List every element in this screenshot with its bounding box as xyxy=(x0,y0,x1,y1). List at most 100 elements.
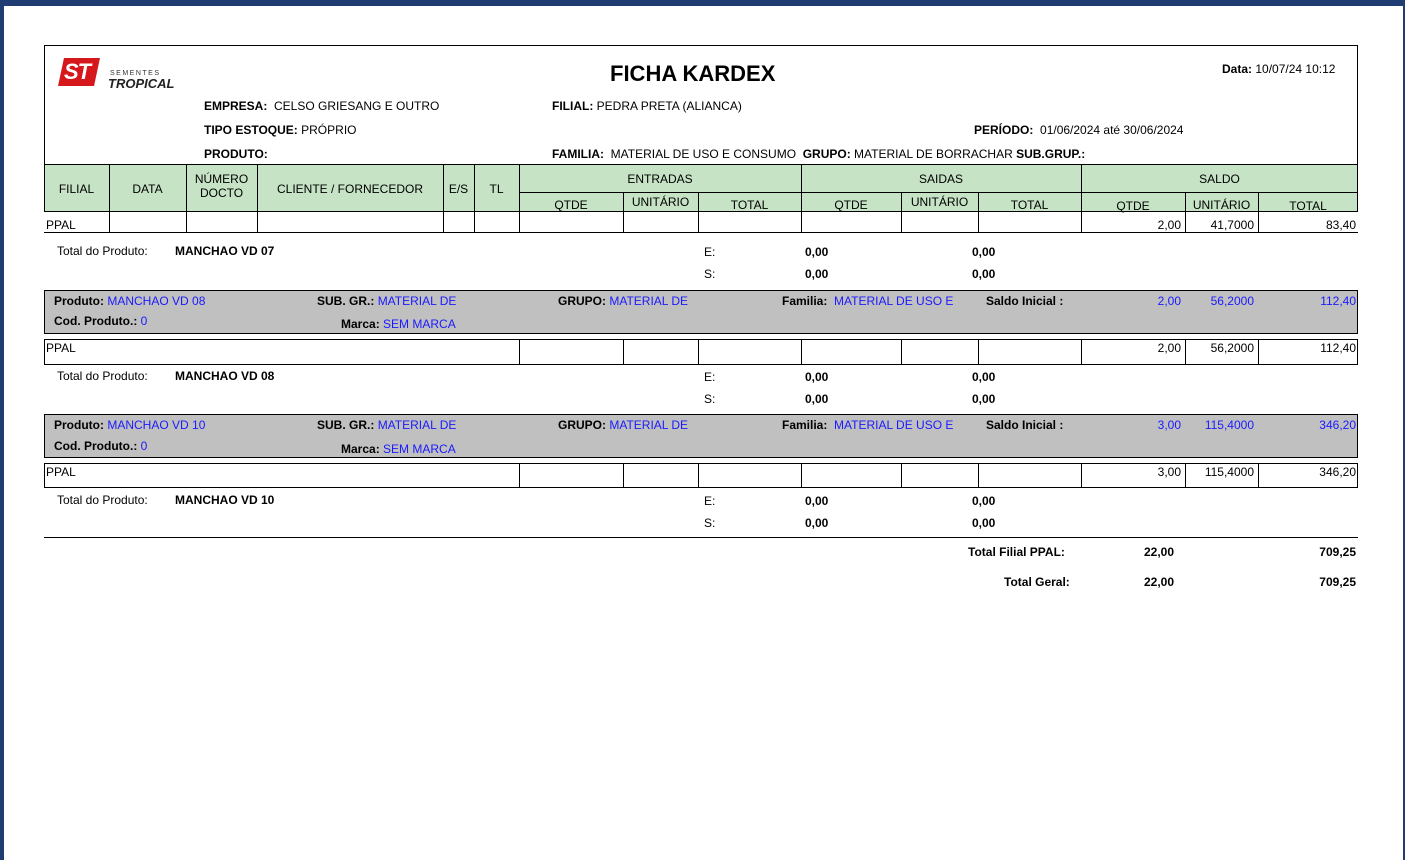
prod08-saldo-qtde: 2,00 xyxy=(1157,294,1181,308)
prod10-saldo-qtde: 3,00 xyxy=(1157,418,1181,432)
tipo-estoque-label: TIPO ESTOQUE: xyxy=(204,123,298,137)
total-filial-total: 709,25 xyxy=(1319,545,1356,559)
total08-e-total: 0,00 xyxy=(972,370,996,384)
col-saidas: SAIDAS xyxy=(918,172,963,186)
prod08-cod: 0 xyxy=(140,314,148,328)
col-saldo-unitario: UNITÁRIO xyxy=(1192,198,1251,212)
periodo-label: PERÍODO: xyxy=(974,123,1034,137)
tipo-estoque-value: PRÓPRIO xyxy=(301,123,357,137)
prod08-saldo-unit: 56,2000 xyxy=(1210,294,1254,308)
total07-name: MANCHAO VD 07 xyxy=(175,244,275,258)
prod08-produto-label: Produto: xyxy=(54,294,104,308)
total10-e-label: E: xyxy=(704,494,716,508)
familia-value: MATERIAL DE USO E CONSUMO xyxy=(610,147,797,161)
prod10-cod-label: Cod. Produto.: xyxy=(54,439,138,453)
col-cliente: CLIENTE / FORNECEDOR xyxy=(276,182,423,196)
prod10-marca: SEM MARCA xyxy=(383,442,456,456)
row10-saldo-total: 346,20 xyxy=(1319,465,1356,479)
empresa-label: EMPRESA: xyxy=(204,99,268,113)
periodo-value: 01/06/2024 até 30/06/2024 xyxy=(1040,123,1184,137)
prod08-produto: MANCHAO VD 08 xyxy=(107,294,206,308)
prod10-grupo-label: GRUPO: xyxy=(558,418,606,432)
row07-filial: PPAL xyxy=(46,218,76,232)
row08-saldo-total: 112,40 xyxy=(1320,341,1356,355)
col-saldo-total: TOTAL xyxy=(1289,199,1327,213)
col-es: E/S xyxy=(448,182,469,196)
col-tl: TL xyxy=(489,182,504,196)
row10-filial: PPAL xyxy=(46,465,76,479)
total07-s-qtde: 0,00 xyxy=(805,267,829,281)
subgrup-label: SUB.GRUP.: xyxy=(1016,147,1086,161)
prod08-familia: MATERIAL DE USO E xyxy=(834,294,954,308)
total10-s-qtde: 0,00 xyxy=(805,516,829,530)
total07-e-label: E: xyxy=(704,245,716,259)
grupo-label: GRUPO: xyxy=(802,147,851,161)
prod10-subgr: MATERIAL DE xyxy=(377,418,457,432)
prod10-saldo-unit: 115,4000 xyxy=(1204,418,1254,432)
row07-saldo-qtde: 2,00 xyxy=(1157,218,1181,232)
familia-label: FAMILIA: xyxy=(552,147,604,161)
produto-label: PRODUTO: xyxy=(204,147,268,161)
row10-saldo-qtde: 3,00 xyxy=(1157,465,1181,479)
date-value: 10/07/24 10:12 xyxy=(1255,62,1336,76)
logo-bottom-text: TROPICAL xyxy=(108,76,175,91)
total10-label: Total do Produto: xyxy=(57,493,148,507)
col-filial: FILIAL xyxy=(58,182,95,196)
total07-e-qtde: 0,00 xyxy=(805,245,829,259)
col-sai-qtde: QTDE xyxy=(834,198,868,212)
total-filial-qtde: 22,00 xyxy=(1144,545,1175,559)
prod08-cod-label: Cod. Produto.: xyxy=(54,314,138,328)
row07-saldo-total: 83,40 xyxy=(1325,218,1356,232)
prod10-familia-label: Familia: xyxy=(782,418,828,432)
total07-e-total: 0,00 xyxy=(972,245,996,259)
total-geral-label: Total Geral: xyxy=(1004,575,1070,589)
grupo-value: MATERIAL DE BORRACHAR xyxy=(854,147,1013,161)
prod10-produto-label: Produto: xyxy=(54,418,104,432)
totals-divider xyxy=(44,537,1358,538)
total07-s-label: S: xyxy=(704,267,716,281)
row07-saldo-unit: 41,7000 xyxy=(1210,218,1254,232)
total-geral-total: 709,25 xyxy=(1319,575,1356,589)
prod10-marca-label: Marca: xyxy=(341,442,380,456)
total08-s-qtde: 0,00 xyxy=(805,392,829,406)
col-entradas: ENTRADAS xyxy=(627,172,693,186)
row08-saldo-qtde: 2,00 xyxy=(1157,341,1181,355)
total10-name: MANCHAO VD 10 xyxy=(175,493,275,507)
prod10-produto: MANCHAO VD 10 xyxy=(107,418,206,432)
prod10-cod: 0 xyxy=(140,439,148,453)
total07-label: Total do Produto: xyxy=(57,244,148,258)
col-numero: NÚMERO xyxy=(194,172,249,186)
row08-filial: PPAL xyxy=(46,341,76,355)
total08-name: MANCHAO VD 08 xyxy=(175,369,275,383)
prod08-grupo-label: GRUPO: xyxy=(558,294,606,308)
total08-label: Total do Produto: xyxy=(57,369,148,383)
total-filial-label: Total Filial PPAL: xyxy=(968,545,1065,559)
col-sai-total: TOTAL xyxy=(1010,198,1049,212)
col-sai-unitario: UNITÁRIO xyxy=(910,195,969,209)
total10-s-label: S: xyxy=(704,516,716,530)
total08-e-qtde: 0,00 xyxy=(805,370,829,384)
prod10-subgr-label: SUB. GR.: xyxy=(317,418,375,432)
col-ent-unitario: UNITÁRIO xyxy=(631,195,690,209)
empresa-value: CELSO GRIESANG E OUTRO xyxy=(274,99,440,113)
prod08-saldo-label: Saldo Inicial : xyxy=(986,294,1064,308)
total10-s-total: 0,00 xyxy=(972,516,996,530)
report-title: FICHA KARDEX xyxy=(610,61,776,86)
prod10-saldo-label: Saldo Inicial : xyxy=(986,418,1064,432)
col-ent-total: TOTAL xyxy=(730,198,769,212)
filial-label: FILIAL: xyxy=(552,99,594,113)
col-ent-qtde: QTDE xyxy=(554,198,588,212)
filial-value: PEDRA PRETA (ALIANCA) xyxy=(596,99,742,113)
prod10-saldo-total: 346,20 xyxy=(1319,418,1356,432)
col-saldo-qtde: QTDE xyxy=(1116,199,1150,213)
prod08-saldo-total: 112,40 xyxy=(1320,294,1356,308)
date-label: Data: xyxy=(1222,62,1253,76)
total10-e-total: 0,00 xyxy=(972,494,996,508)
prod08-grupo: MATERIAL DE xyxy=(609,294,689,308)
total10-e-qtde: 0,00 xyxy=(805,494,829,508)
prod08-subgr: MATERIAL DE xyxy=(377,294,457,308)
total08-s-label: S: xyxy=(704,392,716,406)
prod08-marca-label: Marca: xyxy=(341,317,380,331)
prod10-grupo: MATERIAL DE xyxy=(609,418,689,432)
prod08-familia-label: Familia: xyxy=(782,294,828,308)
